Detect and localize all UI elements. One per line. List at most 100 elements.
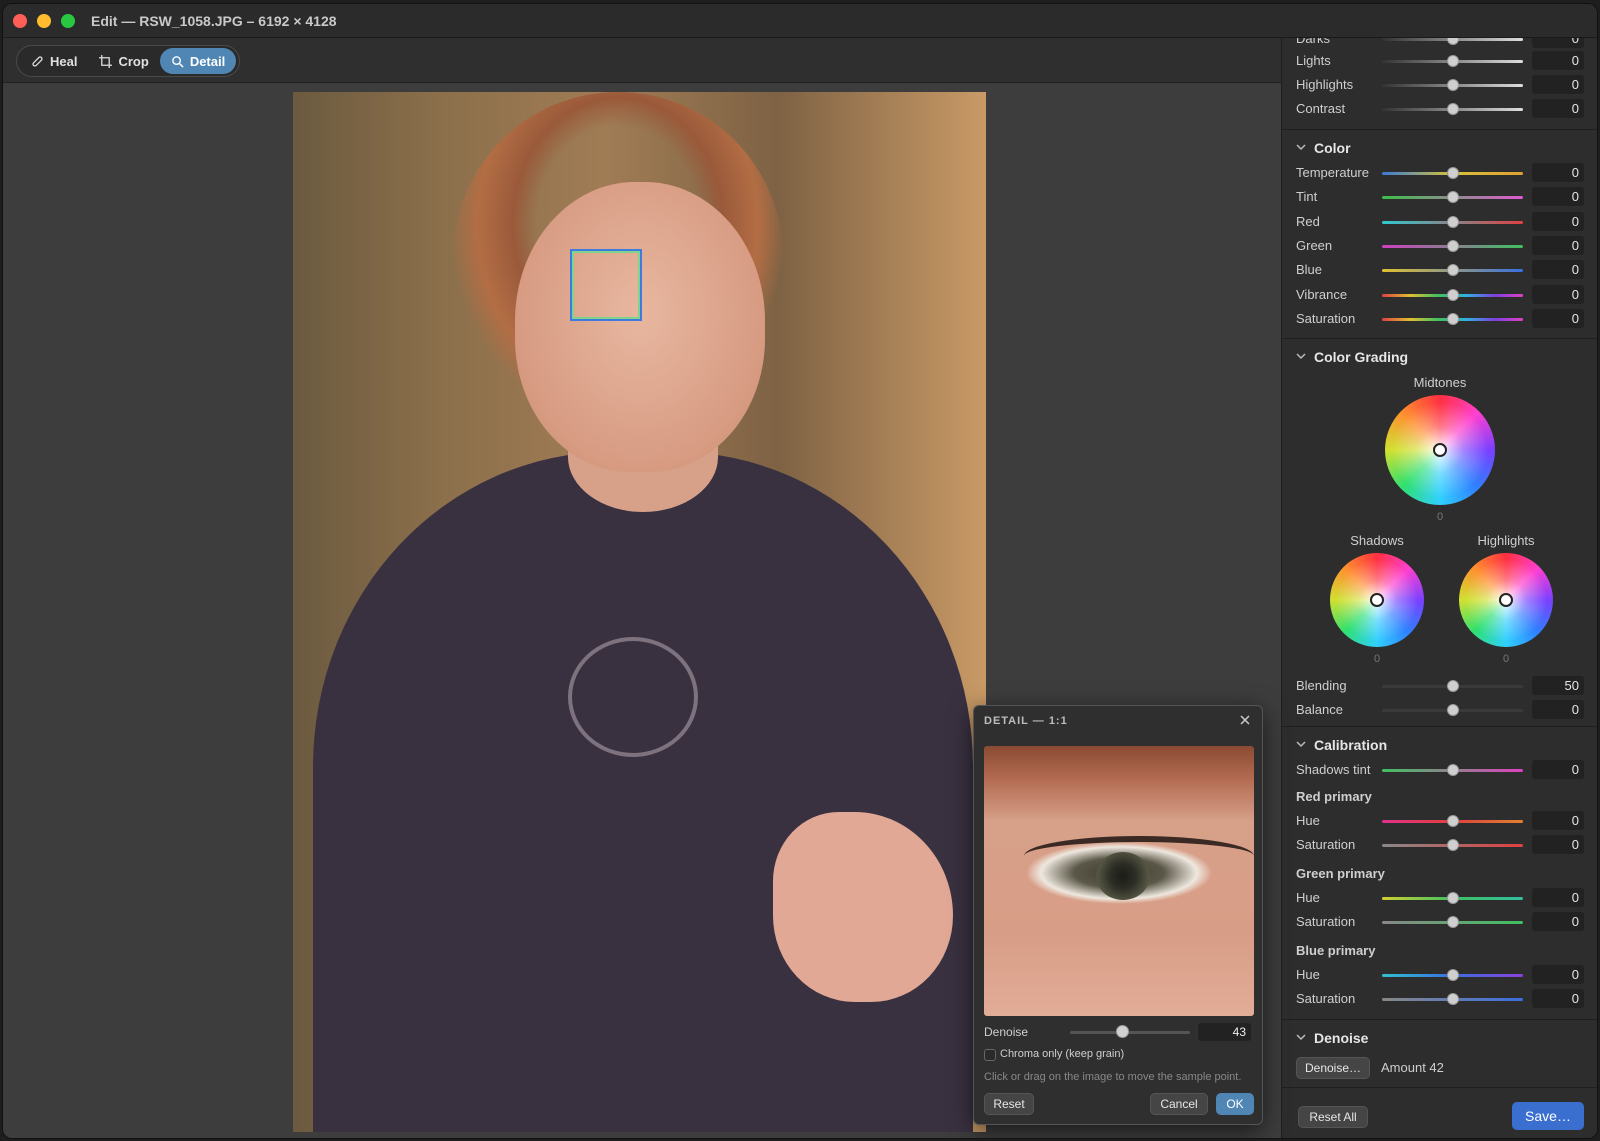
tone-highlights-value[interactable]: 0 — [1532, 75, 1584, 94]
red-primary-hue-value[interactable]: 0 — [1532, 811, 1584, 830]
tone-contrast-value[interactable]: 0 — [1532, 99, 1584, 118]
green-primary-hue-value[interactable]: 0 — [1532, 888, 1584, 907]
balance-value[interactable]: 0 — [1532, 700, 1584, 719]
red-primary-hue-slider-thumb[interactable] — [1446, 815, 1459, 827]
red-primary-saturation-value[interactable]: 0 — [1532, 835, 1584, 854]
color-vibrance-slider-thumb[interactable] — [1446, 288, 1459, 301]
save-button[interactable]: Save… — [1512, 1102, 1584, 1130]
detail-cancel-button[interactable]: Cancel — [1150, 1093, 1208, 1115]
calibration-section-header[interactable]: Calibration — [1282, 732, 1597, 760]
color-grading-section-header[interactable]: Color Grading — [1282, 344, 1597, 372]
red-primary-saturation-slider-thumb[interactable] — [1446, 839, 1459, 851]
tone-lights-value[interactable]: 0 — [1532, 51, 1584, 70]
tone-lights-slider-thumb[interactable] — [1446, 55, 1459, 67]
tab-heal-label: Heal — [50, 53, 78, 69]
detail-denoise-track[interactable] — [1070, 1031, 1190, 1034]
detail-sample-point[interactable] — [570, 249, 642, 321]
denoise-divider — [1282, 1019, 1597, 1020]
color-vibrance-value[interactable]: 0 — [1532, 284, 1584, 304]
chevron-down-icon — [1296, 144, 1306, 151]
denoise-section-header[interactable]: Denoise — [1282, 1025, 1597, 1053]
tone-darks-slider-thumb[interactable] — [1446, 38, 1459, 45]
detail-popup: DETAIL — 1:1 Denoise 43 Chroma only (kee… — [973, 705, 1263, 1125]
blending-value[interactable]: 50 — [1532, 676, 1584, 695]
color-temperature-slider-thumb[interactable] — [1446, 167, 1459, 179]
midtones-wheel-knob[interactable] — [1433, 443, 1447, 457]
grading-highlights-wheel-knob[interactable] — [1499, 593, 1513, 607]
color-red-value[interactable]: 0 — [1532, 211, 1584, 231]
blue-primary-hue-slider-thumb[interactable] — [1446, 969, 1459, 981]
shadows-tint-label: Shadows tint — [1296, 762, 1371, 777]
tool-segmented-control: Heal Crop Detail — [16, 45, 241, 77]
tone-highlights-label: Highlights — [1296, 77, 1354, 92]
green-primary-hue-slider-thumb[interactable] — [1446, 892, 1459, 904]
grading-highlights-color-wheel[interactable] — [1459, 553, 1553, 647]
color-blue-value[interactable]: 0 — [1532, 260, 1584, 280]
tab-crop-label: Crop — [118, 53, 149, 69]
midtones-label: Midtones — [1413, 375, 1467, 390]
chroma-only-checkbox[interactable] — [984, 1049, 996, 1061]
midtones-wheel-value: 0 — [1436, 511, 1444, 523]
window-title: Edit — RSW_1058.JPG – 6192 × 4128 — [91, 13, 337, 29]
tab-heal[interactable]: Heal — [20, 48, 88, 74]
green-primary-saturation-label: Saturation — [1296, 914, 1356, 929]
shadows-tint-row: Shadows tint 0 — [1282, 759, 1597, 781]
color-temperature-label: Temperature — [1296, 165, 1369, 180]
photo[interactable] — [293, 92, 986, 1132]
detail-ok-button[interactable]: OK — [1216, 1093, 1254, 1115]
color-tint-slider-thumb[interactable] — [1446, 191, 1459, 204]
shadows-tint-slider-thumb[interactable] — [1446, 764, 1459, 776]
color-red-row: Red 0 — [1282, 211, 1597, 233]
color-section-header[interactable]: Color — [1282, 135, 1597, 163]
balance-slider-thumb[interactable] — [1446, 704, 1459, 716]
detail-denoise-thumb[interactable] — [1115, 1025, 1129, 1038]
minimize-window-button[interactable] — [37, 14, 51, 28]
tone-contrast-row: Contrast 0 — [1282, 98, 1597, 120]
detail-zoom-preview[interactable] — [984, 746, 1254, 1016]
bandage-icon — [32, 55, 43, 67]
color-tint-value[interactable]: 0 — [1532, 187, 1584, 207]
color-saturation-value[interactable]: 0 — [1532, 308, 1584, 328]
color-section-title: Color — [1314, 140, 1351, 156]
tab-crop[interactable]: Crop — [88, 48, 159, 74]
tab-detail[interactable]: Detail — [159, 48, 237, 74]
tone-darks-value[interactable]: 0 — [1532, 38, 1584, 48]
toolbar: Heal Crop Detail — [3, 38, 1281, 83]
tone-highlights-slider-thumb[interactable] — [1446, 79, 1459, 91]
green-primary-hue-row: Hue 0 — [1282, 887, 1597, 909]
green-primary-saturation-slider-thumb[interactable] — [1446, 916, 1459, 928]
color-blue-slider-thumb[interactable] — [1446, 264, 1459, 277]
adjustments-panel: Darks 0 Lights 0 Highlights 0 Contrast 0 Color Te… — [1281, 38, 1597, 1138]
color-temperature-value[interactable]: 0 — [1532, 163, 1584, 182]
tone-contrast-slider-thumb[interactable] — [1446, 103, 1459, 115]
blending-slider-thumb[interactable] — [1446, 680, 1459, 692]
midtones-color-wheel[interactable] — [1385, 395, 1495, 505]
color-tint-label: Tint — [1296, 189, 1318, 205]
color-saturation-label: Saturation — [1296, 310, 1356, 326]
chroma-only-label: Chroma only (keep grain) — [1000, 1048, 1125, 1060]
blue-primary-hue-label: Hue — [1296, 967, 1320, 982]
blue-primary-saturation-value[interactable]: 0 — [1532, 989, 1584, 1008]
detail-popup-title: DETAIL — 1:1 — [984, 715, 1068, 727]
maximize-window-button[interactable] — [61, 14, 75, 28]
shadows-wheel-knob[interactable] — [1370, 593, 1384, 607]
color-saturation-slider-thumb[interactable] — [1446, 312, 1459, 325]
close-icon[interactable] — [1238, 713, 1252, 727]
shadows-color-wheel[interactable] — [1330, 553, 1424, 647]
color-green-slider-thumb[interactable] — [1446, 239, 1459, 252]
blue-primary-hue-value[interactable]: 0 — [1532, 965, 1584, 984]
tab-detail-label: Detail — [189, 53, 226, 69]
color-green-value[interactable]: 0 — [1532, 235, 1584, 255]
reset-all-button[interactable]: Reset All — [1298, 1106, 1368, 1128]
detail-denoise-value[interactable]: 43 — [1198, 1023, 1251, 1041]
color-red-slider-thumb[interactable] — [1446, 215, 1459, 228]
green-primary-saturation-value[interactable]: 0 — [1532, 912, 1584, 931]
shadows-tint-value[interactable]: 0 — [1532, 760, 1584, 779]
blue-primary-saturation-slider-thumb[interactable] — [1446, 993, 1459, 1005]
editor-window: Edit — RSW_1058.JPG – 6192 × 4128 Heal C… — [2, 3, 1598, 1139]
detail-reset-button[interactable]: Reset — [984, 1093, 1034, 1115]
red-primary-saturation-label: Saturation — [1296, 837, 1356, 852]
denoise-button[interactable]: Denoise… — [1296, 1057, 1370, 1079]
close-window-button[interactable] — [13, 14, 27, 28]
shadows-wheel-value: 0 — [1373, 653, 1381, 665]
